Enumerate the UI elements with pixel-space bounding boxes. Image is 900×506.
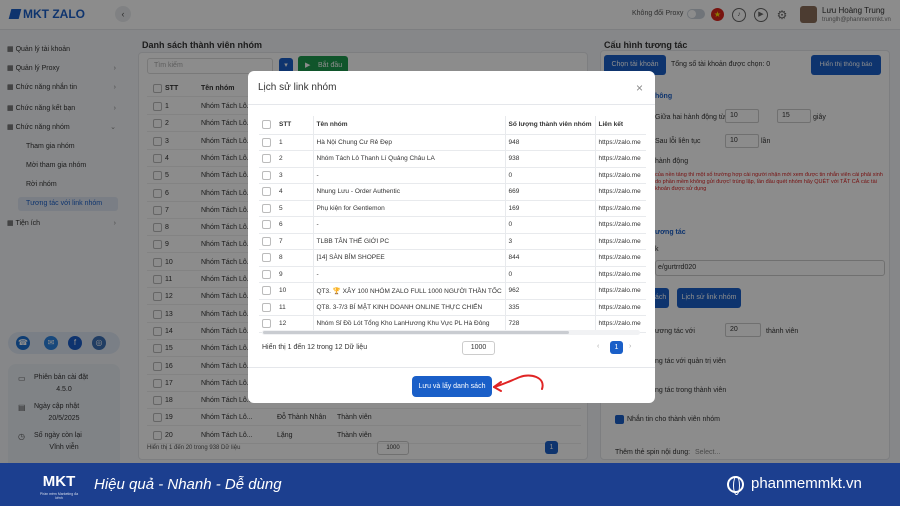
cell-name: Phụ kiện for Gentlemon <box>312 200 505 217</box>
cell-stt: 7 <box>276 233 313 250</box>
cell-stt: 10 <box>276 282 313 300</box>
table-row[interactable]: 3-0 https://zalo.me <box>259 167 646 184</box>
cell-link[interactable]: https://zalo.me <box>594 299 646 316</box>
table-row[interactable]: 9-0 https://zalo.me <box>259 266 646 283</box>
cell-link[interactable]: https://zalo.me <box>594 200 646 217</box>
table-row[interactable]: 11 QT8. 3-7/3 BÍ MẬT KINH DOANH ONLINE TH… <box>259 299 646 316</box>
cell-name: - <box>312 167 505 184</box>
col-stt: STT <box>276 116 313 135</box>
table-row[interactable]: 1 Hà Nội Chung Cư Rẻ Đẹp 948 https://zalo.m… <box>259 134 646 151</box>
close-icon[interactable]: × <box>636 81 643 95</box>
col-name: Tên nhóm <box>312 116 505 135</box>
cell-stt: 6 <box>276 216 313 234</box>
cell-count: 0 <box>504 167 595 184</box>
footer-banner: MKT Phần mềm Marketing đa kênh Hiệu quả -… <box>0 463 900 506</box>
table-row[interactable]: 2 Nhóm Tách Lô Thanh Lí Quảng Châu LA 938 h… <box>259 150 646 168</box>
prev-page-icon[interactable]: ‹ <box>597 343 599 350</box>
row-checkbox[interactable] <box>262 302 271 312</box>
cell-count: 0 <box>504 216 595 234</box>
cell-stt: 2 <box>276 150 313 168</box>
table-row[interactable]: 7 TLBB TÂN THẾ GIỚI PC 3 https://zalo.me <box>259 233 646 250</box>
divider <box>248 104 655 105</box>
cell-name: - <box>312 216 505 234</box>
cell-link[interactable]: https://zalo.me <box>594 134 646 151</box>
cell-stt: 4 <box>276 183 313 201</box>
cell-link[interactable]: https://zalo.me <box>594 150 646 168</box>
row-checkbox[interactable] <box>262 203 271 213</box>
cell-count: 948 <box>504 134 595 151</box>
cell-count: 938 <box>504 150 595 168</box>
modal-page[interactable]: 1 <box>610 341 623 354</box>
cell-stt: 1 <box>276 134 313 151</box>
row-checkbox[interactable] <box>262 137 271 147</box>
cell-stt: 11 <box>276 299 313 316</box>
footer-logo: MKT Phần mềm Marketing đa kênh <box>39 473 79 500</box>
cell-name: Nhung Lưu - Order Authentic <box>312 183 505 201</box>
row-checkbox[interactable] <box>262 253 271 263</box>
row-checkbox[interactable] <box>262 286 271 296</box>
cell-count: 844 <box>504 249 595 267</box>
cell-count: 169 <box>504 200 595 217</box>
cell-name: [14] SÀN BỈM SHOPEE <box>312 249 505 267</box>
modal-page-size[interactable]: 1000 <box>462 341 495 355</box>
globe-icon <box>727 476 744 495</box>
cell-name: - <box>312 266 505 283</box>
cell-count: 0 <box>504 266 595 283</box>
footer-slogan: Hiệu quả - Nhanh - Dễ dùng <box>94 476 282 493</box>
cell-link[interactable]: https://zalo.me <box>594 282 646 300</box>
cell-stt: 3 <box>276 167 313 184</box>
row-checkbox[interactable] <box>262 170 271 180</box>
cell-name: QT8. 3-7/3 BÍ MẬT KINH DOANH ONLINE THỰC… <box>312 299 505 316</box>
cell-link[interactable]: https://zalo.me <box>594 266 646 283</box>
modal-summary: Hiển thị 1 đến 12 trong 12 Dữ liệu <box>262 344 368 351</box>
row-checkbox[interactable] <box>262 319 271 329</box>
row-checkbox[interactable] <box>262 187 271 197</box>
horizontal-scrollbar[interactable] <box>263 331 569 334</box>
cell-count: 3 <box>504 233 595 250</box>
save-and-fetch-button[interactable]: Lưu và lấy danh sách <box>412 376 492 397</box>
cell-link[interactable]: https://zalo.me <box>594 167 646 184</box>
table-row[interactable]: 6-0 https://zalo.me <box>259 216 646 234</box>
cell-count: 335 <box>504 299 595 316</box>
cell-count: 669 <box>504 183 595 201</box>
cell-name: Hà Nội Chung Cư Rẻ Đẹp <box>312 134 505 151</box>
modal-title: Lịch sử link nhóm <box>258 82 337 93</box>
divider <box>248 367 655 368</box>
cell-count: 962 <box>504 282 595 300</box>
next-page-icon[interactable]: › <box>629 343 631 350</box>
annotation-arrow-icon <box>493 374 544 392</box>
cell-link[interactable]: https://zalo.me <box>594 183 646 201</box>
cell-link[interactable]: https://zalo.me <box>594 249 646 267</box>
cell-stt: 8 <box>276 249 313 267</box>
row-checkbox[interactable] <box>262 269 271 279</box>
table-row[interactable]: 5 Phụ kiện for Gentlemon 169 https://zalo.m… <box>259 200 646 217</box>
cell-name: QT3. 🏆 XÂY 100 NHÓM ZALO FULL 1000 NGƯỜI… <box>312 282 505 300</box>
link-history-table: STT Tên nhóm Số lượng thành viên nhóm Li… <box>259 116 646 333</box>
cell-stt: 9 <box>276 266 313 283</box>
row-checkbox[interactable] <box>262 236 271 246</box>
cell-link[interactable]: https://zalo.me <box>594 233 646 250</box>
table-header: STT Tên nhóm Số lượng thành viên nhóm Li… <box>259 116 646 135</box>
cell-stt: 5 <box>276 200 313 217</box>
table-body: 1 Hà Nội Chung Cư Rẻ Đẹp 948 https://zalo.m… <box>259 134 646 333</box>
col-count: Số lượng thành viên nhóm <box>504 116 595 135</box>
table-row[interactable]: 10 QT3. 🏆 XÂY 100 NHÓM ZALO FULL 1000 NGƯ… <box>259 282 646 300</box>
row-checkbox[interactable] <box>262 154 271 164</box>
cell-link[interactable]: https://zalo.me <box>594 216 646 234</box>
table-row[interactable]: 4 Nhung Lưu - Order Authentic 669 https://z… <box>259 183 646 201</box>
col-link: Liên kết <box>594 116 646 135</box>
footer-website[interactable]: phanmemmkt.vn <box>751 475 862 492</box>
select-all-checkbox[interactable] <box>262 120 271 130</box>
table-row[interactable]: 8 [14] SÀN BỈM SHOPEE 844 https://zalo.me <box>259 249 646 267</box>
link-history-modal: Lịch sử link nhóm × STT Tên nhóm Số lượn… <box>248 71 655 403</box>
row-checkbox[interactable] <box>262 220 271 230</box>
cell-name: Nhóm Tách Lô Thanh Lí Quảng Châu LA <box>312 150 505 168</box>
cell-name: TLBB TÂN THẾ GIỚI PC <box>312 233 505 250</box>
